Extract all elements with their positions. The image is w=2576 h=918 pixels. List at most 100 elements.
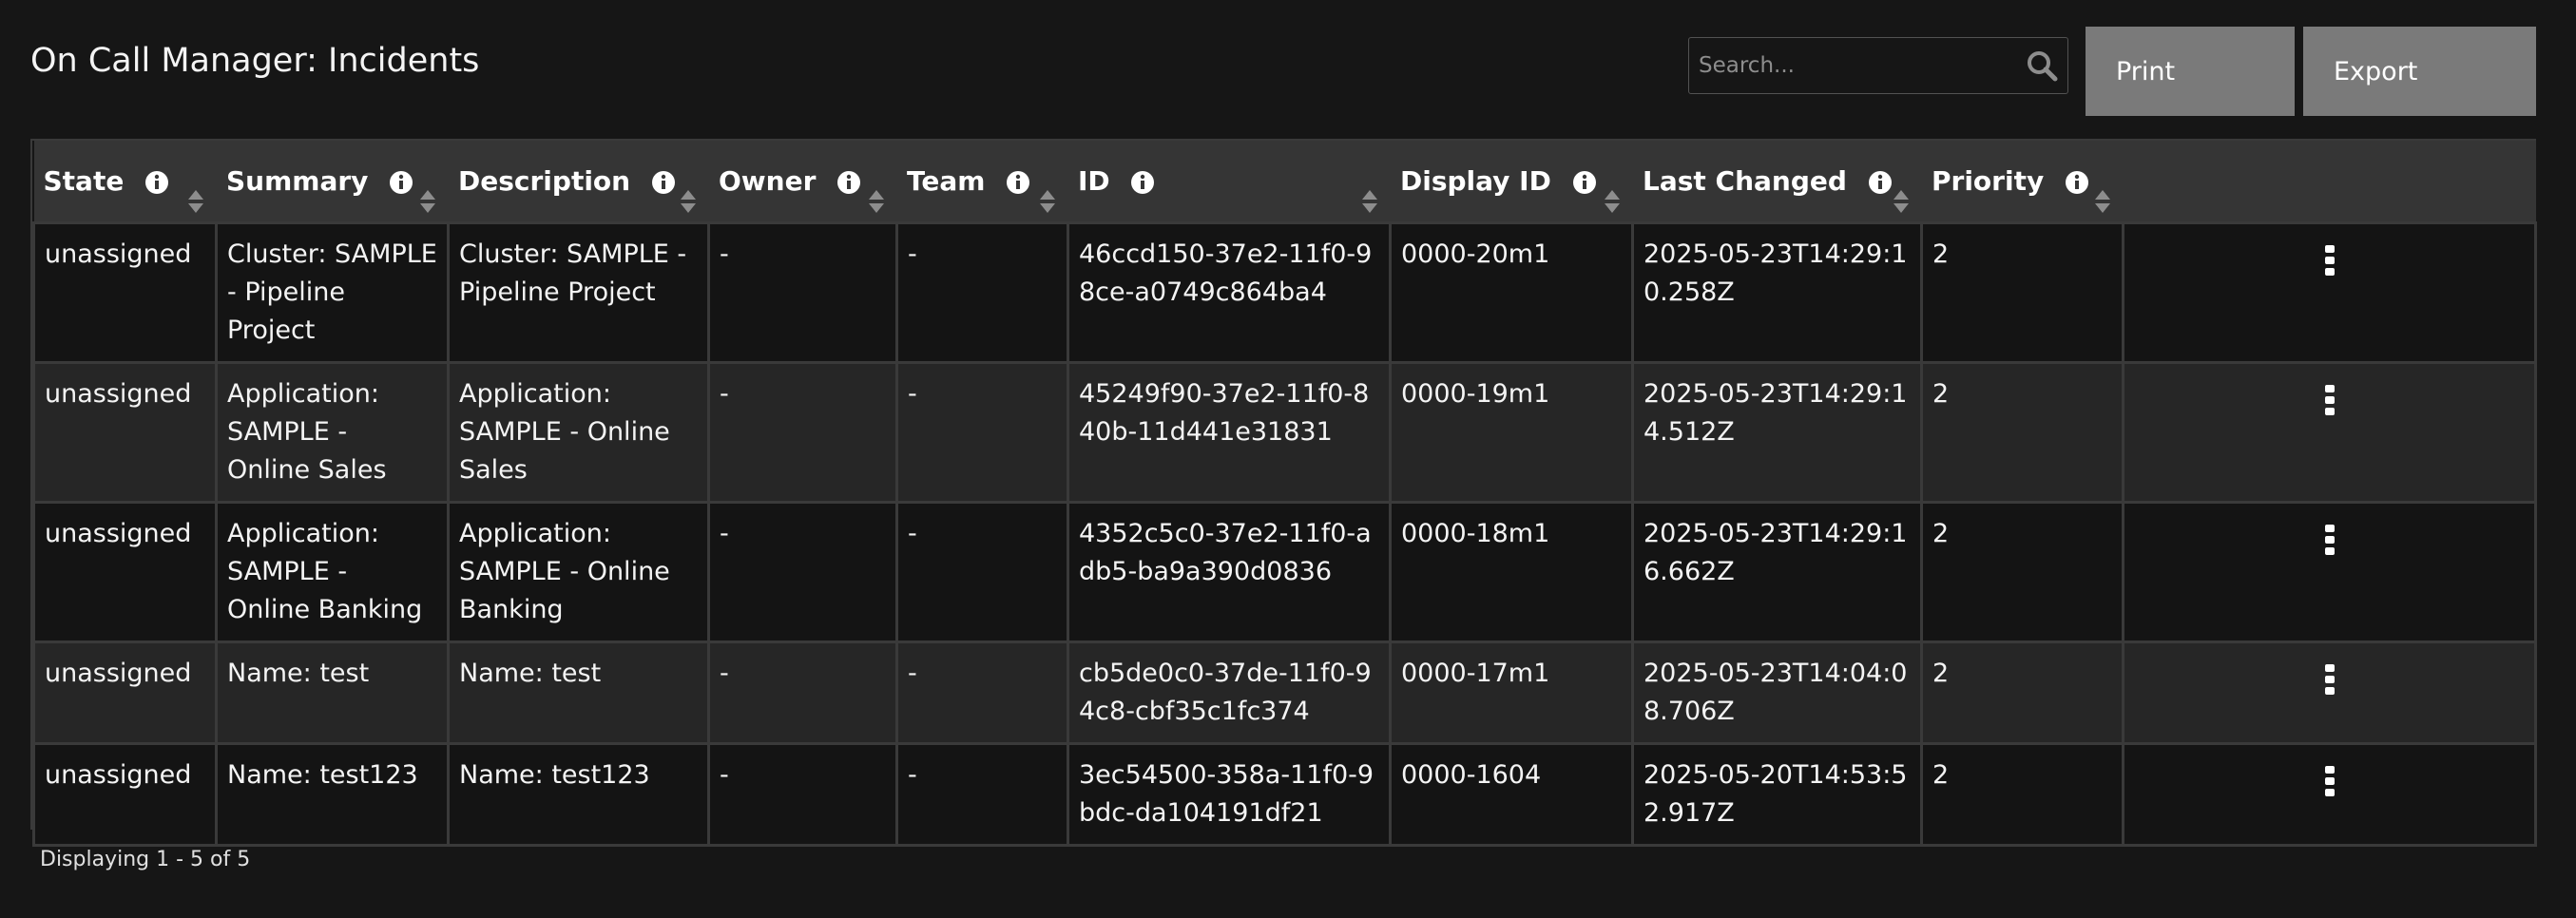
column-header-label: Owner — [719, 164, 817, 197]
cell-last-changed: 2025-05-20T14:53:52.917Z — [1631, 741, 1923, 847]
cell-actions — [2122, 220, 2537, 364]
sort-icon[interactable] — [1039, 188, 1056, 215]
column-header-summary[interactable]: Summary — [216, 141, 449, 222]
sort-icon[interactable] — [1361, 188, 1378, 215]
sort-icon[interactable] — [868, 188, 885, 215]
column-header-priority[interactable]: Priority — [1921, 141, 2124, 222]
column-header-label: Last Changed — [1643, 164, 1847, 197]
column-header-label: Display ID — [1400, 164, 1551, 197]
pagination-status: Displaying 1 - 5 of 5 — [40, 848, 251, 871]
info-icon[interactable] — [1130, 170, 1155, 195]
cell-summary: Name: test — [215, 640, 450, 745]
cell-team: - — [895, 360, 1069, 504]
cell-state: unassigned — [32, 220, 218, 364]
column-header-label: Description — [458, 164, 631, 197]
cell-description: Application: SAMPLE - Online Banking — [447, 500, 710, 643]
cell-summary: Application: SAMPLE - Online Sales — [215, 360, 450, 504]
cell-id: 3ec54500-358a-11f0-9bdc-da104191df21 — [1067, 741, 1392, 847]
cell-priority: 2 — [1920, 360, 2124, 504]
cell-description: Application: SAMPLE - Online Sales — [447, 360, 710, 504]
info-icon[interactable] — [1006, 170, 1030, 195]
column-header-state[interactable]: State — [33, 141, 217, 222]
sort-icon[interactable] — [1604, 188, 1621, 215]
info-icon[interactable] — [1572, 170, 1597, 195]
overflow-menu-icon[interactable] — [2323, 243, 2336, 277]
column-header-label: ID — [1078, 164, 1110, 197]
column-header-label: Priority — [1932, 164, 2045, 197]
info-icon[interactable] — [836, 170, 861, 195]
cell-id: 46ccd150-37e2-11f0-98ce-a0749c864ba4 — [1067, 220, 1392, 364]
cell-priority: 2 — [1920, 220, 2124, 364]
sort-icon[interactable] — [1893, 188, 1910, 215]
cell-state: unassigned — [32, 500, 218, 643]
cell-summary: Cluster: SAMPLE - Pipeline Project — [215, 220, 450, 364]
info-icon[interactable] — [144, 170, 169, 195]
column-header-description[interactable]: Description — [448, 141, 709, 222]
column-header-owner[interactable]: Owner — [708, 141, 897, 222]
sort-icon[interactable] — [187, 188, 204, 215]
sort-icon[interactable] — [2094, 188, 2111, 215]
table-row[interactable]: unassigned Name: test123 Name: test123 -… — [32, 741, 2537, 847]
cell-actions — [2122, 360, 2537, 504]
cell-actions — [2122, 500, 2537, 643]
overflow-menu-icon[interactable] — [2323, 383, 2336, 417]
column-header-last-changed[interactable]: Last Changed — [1632, 141, 1922, 222]
cell-team: - — [895, 640, 1069, 745]
sort-icon[interactable] — [680, 188, 697, 215]
overflow-menu-icon[interactable] — [2323, 764, 2336, 798]
search-box[interactable] — [1688, 37, 2068, 94]
table-row[interactable]: unassigned Name: test Name: test - - cb5… — [32, 640, 2537, 745]
info-icon[interactable] — [651, 170, 676, 195]
cell-display-id: 0000-20m1 — [1389, 220, 1634, 364]
cell-display-id: 0000-18m1 — [1389, 500, 1634, 643]
table-row[interactable]: unassigned Application: SAMPLE - Online … — [32, 360, 2537, 504]
export-button[interactable]: Export — [2303, 27, 2536, 116]
overflow-menu-icon[interactable] — [2323, 523, 2336, 557]
overflow-menu-icon[interactable] — [2323, 662, 2336, 697]
cell-description: Name: test — [447, 640, 710, 745]
cell-last-changed: 2025-05-23T14:29:10.258Z — [1631, 220, 1923, 364]
cell-description: Cluster: SAMPLE - Pipeline Project — [447, 220, 710, 364]
page-header: On Call Manager: Incidents Print Export — [30, 0, 2536, 133]
cell-state: unassigned — [32, 640, 218, 745]
cell-state: unassigned — [32, 360, 218, 504]
search-input[interactable] — [1689, 38, 2012, 93]
column-header-label: Team — [907, 164, 986, 197]
column-header-id[interactable]: ID — [1067, 141, 1391, 222]
cell-team: - — [895, 220, 1069, 364]
search-icon[interactable] — [2026, 49, 2058, 82]
sort-icon[interactable] — [419, 188, 436, 215]
cell-display-id: 0000-19m1 — [1389, 360, 1634, 504]
cell-actions — [2122, 640, 2537, 745]
column-header-display-id[interactable]: Display ID — [1390, 141, 1633, 222]
cell-id: 4352c5c0-37e2-11f0-adb5-ba9a390d0836 — [1067, 500, 1392, 643]
print-button[interactable]: Print — [2086, 27, 2295, 116]
cell-last-changed: 2025-05-23T14:29:16.662Z — [1631, 500, 1923, 643]
cell-last-changed: 2025-05-23T14:29:14.512Z — [1631, 360, 1923, 504]
info-icon[interactable] — [389, 170, 413, 195]
cell-display-id: 0000-1604 — [1389, 741, 1634, 847]
cell-summary: Application: SAMPLE - Online Banking — [215, 500, 450, 643]
cell-owner: - — [707, 500, 898, 643]
cell-description: Name: test123 — [447, 741, 710, 847]
cell-owner: - — [707, 640, 898, 745]
table-row[interactable]: unassigned Application: SAMPLE - Online … — [32, 500, 2537, 643]
cell-team: - — [895, 500, 1069, 643]
cell-priority: 2 — [1920, 640, 2124, 745]
incidents-table: State Summary Description Owner Team ID … — [30, 139, 2537, 847]
cell-display-id: 0000-17m1 — [1389, 640, 1634, 745]
cell-state: unassigned — [32, 741, 218, 847]
column-header-label: State — [43, 164, 125, 197]
table-row[interactable]: unassigned Cluster: SAMPLE - Pipeline Pr… — [32, 220, 2537, 364]
cell-last-changed: 2025-05-23T14:04:08.706Z — [1631, 640, 1923, 745]
info-icon[interactable] — [1868, 170, 1893, 195]
cell-team: - — [895, 741, 1069, 847]
column-header-actions — [2123, 141, 2536, 222]
cell-priority: 2 — [1920, 741, 2124, 847]
cell-id: cb5de0c0-37de-11f0-94c8-cbf35c1fc374 — [1067, 640, 1392, 745]
cell-owner: - — [707, 360, 898, 504]
info-icon[interactable] — [2065, 170, 2089, 195]
cell-actions — [2122, 741, 2537, 847]
cell-owner: - — [707, 741, 898, 847]
column-header-team[interactable]: Team — [896, 141, 1068, 222]
